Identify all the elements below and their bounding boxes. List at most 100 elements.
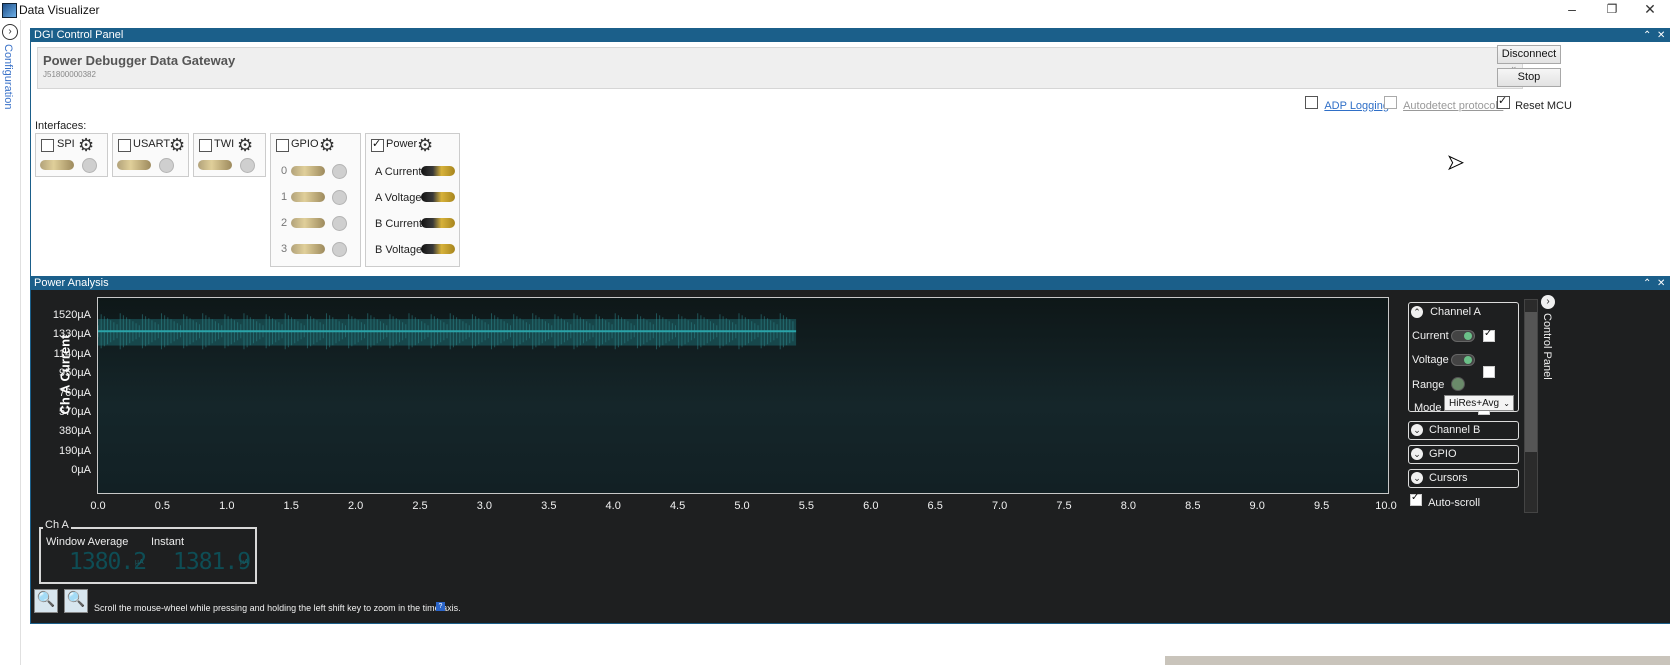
range-indicator-icon [1451,377,1465,391]
autoscroll-option[interactable]: Auto-scroll [1410,492,1480,509]
gateway-selector[interactable]: Power Debugger Data Gateway J51800000382… [37,47,1523,89]
cursors-section[interactable]: ⌄ Cursors [1408,469,1519,488]
x-tick-label: 8.0 [1120,500,1137,512]
close-icon[interactable]: ✕ [1630,0,1670,20]
mode-select[interactable]: HiRes+Avg ⌄ [1444,395,1514,411]
twi-label: TWI [214,138,235,150]
x-tick-label: 3.0 [476,500,493,512]
close-panel-icon[interactable]: ✕ [1657,29,1665,42]
instant-unit: µA [240,559,249,566]
voltage-checkbox[interactable] [1483,366,1495,378]
power-label: Power [386,138,418,150]
reset-mcu-option[interactable]: Reset MCU [1497,94,1572,112]
chevron-down-icon[interactable]: ⌄ [1411,448,1423,460]
x-tick-label: 0.0 [90,500,106,512]
channel-b-section[interactable]: ⌄ Channel B [1408,421,1519,440]
gpio-pin-label: 3 [281,243,288,255]
minimize-icon[interactable]: – [1552,0,1592,20]
power-panel-title: Power Analysis [34,277,109,289]
app-icon [2,3,17,18]
x-tick-label: 6.5 [927,500,943,512]
range-label: Range [1412,379,1445,391]
probe-icon [291,244,325,254]
zoom-out-icon[interactable]: 🔍 [34,589,58,613]
status-dot-icon [82,158,97,173]
voltage-toggle[interactable] [1451,354,1475,366]
control-panel-tab[interactable]: Control Panel [1541,313,1553,380]
probe-icon [291,166,325,176]
autoscroll-checkbox[interactable] [1410,492,1422,506]
chevron-right-icon[interactable]: › [1541,295,1555,309]
x-tick-label: 10.0 [1375,500,1397,512]
instant-value: 1381.9 [173,549,251,575]
x-tick-label: 7.5 [1056,500,1072,512]
y-tick-label: 570µA [58,405,91,418]
x-tick-label: 0.5 [154,500,171,512]
probe-active-icon[interactable] [421,166,455,176]
power-channel-label: B Current [375,218,423,230]
current-checkbox[interactable] [1483,328,1495,342]
disconnect-button[interactable]: Disconnect [1497,45,1561,64]
collapse-icon[interactable]: ⌃ [1643,29,1651,42]
gear-icon[interactable]: ⚙ [319,136,335,154]
power-checkbox[interactable] [371,137,384,152]
spi-checkbox[interactable] [41,139,54,152]
dgi-panel-header: DGI Control Panel ⌃ ✕ [31,29,1670,42]
gpio-pin-label: 0 [281,165,288,177]
chevron-down-icon[interactable]: ⌄ [1411,424,1423,436]
gpio-section[interactable]: ⌄ GPIO [1408,445,1519,464]
probe-active-icon[interactable] [421,192,455,202]
gear-icon[interactable]: ⚙ [237,136,253,154]
configuration-tab[interactable]: Configuration [2,44,14,109]
control-panel-scrollbar[interactable] [1524,299,1538,513]
adp-logging-checkbox[interactable] [1305,96,1318,109]
window-average-label: Window Average [46,536,129,548]
x-tick-label: 2.5 [412,500,428,512]
gpio-pin-label: 2 [281,217,288,229]
interfaces-label: Interfaces: [35,120,87,132]
status-dot-icon [332,242,347,257]
gpio-pin-label: 1 [281,191,288,203]
chevron-down-icon[interactable]: ⌄ [1411,472,1423,484]
help-icon[interactable]: ? [436,602,445,611]
mouse-cursor-icon: ➤ [1447,152,1465,175]
zoom-in-icon[interactable]: 🔍 [64,589,88,613]
usart-checkbox[interactable] [118,139,131,152]
cursors-label: Cursors [1429,472,1468,484]
scrollbar-thumb[interactable] [1525,312,1537,452]
gear-icon[interactable]: ⚙ [169,136,185,154]
autodetect-checkbox[interactable] [1384,96,1397,109]
restore-icon[interactable]: ❐ [1592,0,1632,20]
gpio-label: GPIO [291,138,319,150]
close-panel-icon[interactable]: ✕ [1657,277,1665,290]
collapse-icon[interactable]: ⌃ [1643,277,1651,290]
y-tick-label: 1520µA [52,309,91,321]
expand-configuration-icon[interactable]: › [2,24,18,40]
interface-twi: TWI ⚙ [193,133,266,177]
interface-power: Power ⚙ A Current A Voltage B Current B … [365,133,460,267]
control-panel: ⌃ Channel A Current Voltage Range Mode H… [1408,299,1519,519]
probe-active-icon[interactable] [421,244,455,254]
status-dot-icon [332,164,347,179]
plot-area[interactable] [97,297,1389,494]
gpio-checkbox[interactable] [276,139,289,152]
x-tick-label: 2.0 [347,500,364,512]
stop-button[interactable]: Stop [1497,68,1561,87]
twi-checkbox[interactable] [199,139,212,152]
probe-icon [291,218,325,228]
gear-icon[interactable]: ⚙ [417,136,433,154]
channel-a-header[interactable]: ⌃ Channel A [1411,306,1481,318]
x-tick-label: 5.0 [734,500,750,512]
ch-a-readout: Ch A Window Average Instant 1380.2 µA 13… [39,519,257,584]
adp-logging-link[interactable]: ADP Logging [1324,100,1389,112]
chevron-up-icon[interactable]: ⌃ [1411,306,1423,318]
current-toggle[interactable] [1451,330,1475,342]
gear-icon[interactable]: ⚙ [78,136,94,154]
reset-mcu-checkbox[interactable] [1497,94,1510,109]
current-plot [97,313,797,350]
y-tick-label: 1330µA [52,328,91,341]
adp-logging-option[interactable]: ADP Logging [1305,96,1389,112]
autodetect-option[interactable]: Autodetect protocols [1384,96,1503,112]
probe-active-icon[interactable] [421,218,455,228]
y-tick-label: 190µA [58,444,91,457]
